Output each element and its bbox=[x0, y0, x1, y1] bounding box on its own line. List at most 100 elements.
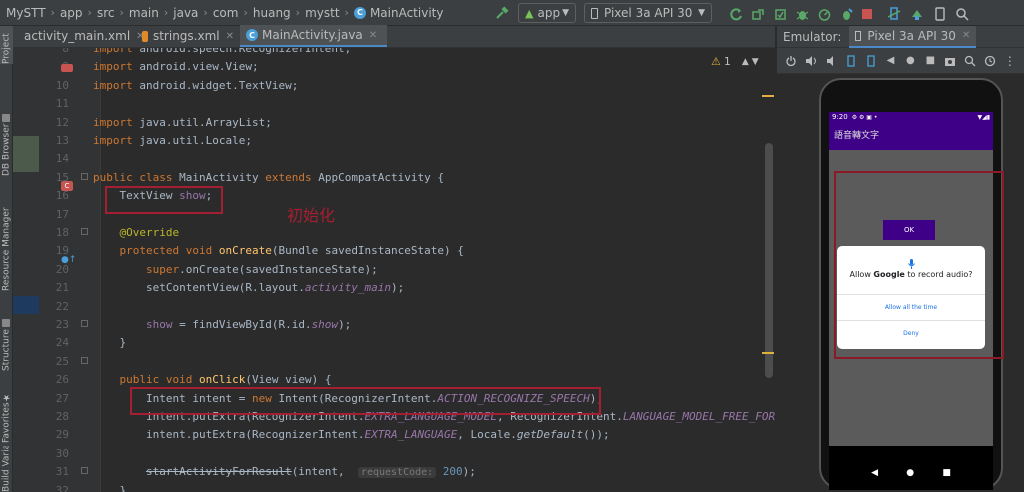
code-line: import android.speech.RecognizerIntent; bbox=[93, 48, 352, 55]
breadcrumb-separator: › bbox=[203, 6, 208, 19]
line-number: 23 bbox=[55, 318, 69, 331]
tab-emulator-device[interactable]: Pixel 3a API 30 ✕ bbox=[849, 25, 977, 48]
back-icon[interactable]: ◀ bbox=[871, 468, 878, 478]
sdk-manager-icon[interactable] bbox=[910, 4, 924, 24]
fold-icon[interactable] bbox=[81, 467, 88, 475]
chevron-down-icon[interactable]: ▼ bbox=[752, 57, 759, 67]
favorites-tool-button[interactable]: Favorites ★ bbox=[0, 371, 13, 443]
home-icon[interactable]: ● bbox=[904, 55, 916, 67]
apply-changes-icon[interactable] bbox=[752, 4, 765, 24]
line-number: 10 bbox=[55, 78, 69, 92]
close-icon[interactable]: ✕ bbox=[962, 30, 970, 41]
breadcrumb-project[interactable]: MySTT bbox=[6, 6, 46, 20]
vertical-scrollbar[interactable] bbox=[765, 143, 773, 378]
navigation-bar: MySTT › app › src › main › java › com › … bbox=[0, 0, 1024, 26]
breadcrumb-mystt[interactable]: mystt bbox=[305, 6, 339, 20]
build-variants-tool-button[interactable]: Build Variants bbox=[0, 446, 13, 492]
emulator-label: Emulator: bbox=[783, 29, 842, 44]
breadcrumb-separator: › bbox=[243, 6, 248, 19]
override-icon[interactable]: ●↑ bbox=[61, 247, 76, 266]
code-line: show = findViewById(R.id.show); bbox=[145, 318, 352, 331]
highlight-box-textview bbox=[105, 186, 223, 214]
breadcrumb-separator: › bbox=[50, 6, 55, 19]
stop-icon[interactable] bbox=[862, 4, 872, 24]
code-line: import android.widget.TextView; bbox=[93, 78, 299, 92]
line-number: 11 bbox=[55, 97, 69, 111]
home-icon[interactable]: ● bbox=[906, 468, 914, 478]
breadcrumb-class[interactable]: C MainActivity bbox=[353, 6, 443, 20]
chevron-up-icon[interactable]: ▲ bbox=[742, 57, 749, 67]
android-class-icon[interactable]: C bbox=[61, 173, 73, 192]
highlight-box-intent bbox=[130, 387, 601, 415]
settings-icon: ⚙ ⚙ ▣ • bbox=[851, 113, 878, 121]
back-icon[interactable]: ◀ bbox=[884, 55, 896, 67]
overview-icon[interactable]: ■ bbox=[924, 55, 936, 67]
more-icon[interactable]: ⋮ bbox=[1004, 54, 1016, 68]
line-number: 26 bbox=[55, 373, 69, 387]
inspection-widget[interactable]: ⚠ 1 ▲ ▼ bbox=[711, 55, 759, 68]
project-tool-button[interactable]: Project bbox=[0, 26, 13, 64]
overview-icon[interactable]: ■ bbox=[942, 468, 951, 478]
avd-manager-icon[interactable] bbox=[887, 4, 901, 24]
line-number: 24 bbox=[55, 336, 69, 350]
code-line: super.onCreate(savedInstanceState); bbox=[145, 262, 378, 276]
structure-tool-button[interactable]: Structure bbox=[0, 296, 13, 371]
action-toolbar bbox=[730, 4, 969, 24]
tab-activity-main-xml[interactable]: activity_main.xml ✕ bbox=[13, 25, 145, 47]
rotate-right-icon[interactable] bbox=[865, 54, 877, 67]
fold-icon[interactable] bbox=[81, 356, 88, 364]
breadcrumb-src[interactable]: src bbox=[97, 6, 115, 20]
rerun-icon[interactable] bbox=[730, 4, 743, 24]
code-line: import java.util.ArrayList; bbox=[93, 115, 272, 129]
android-class-icon bbox=[61, 57, 73, 76]
apply-code-changes-icon[interactable] bbox=[774, 4, 787, 24]
debug-icon[interactable] bbox=[796, 4, 809, 24]
device-file-explorer-icon[interactable] bbox=[933, 4, 947, 24]
attach-debugger-icon[interactable] bbox=[840, 4, 853, 24]
code-line: import java.util.Locale; bbox=[93, 134, 252, 147]
phone-navigation-bar: ◀ ● ■ bbox=[829, 456, 993, 490]
run-toolbar: ▲ app ▼ Pixel 3a API 30 ▼ bbox=[494, 3, 712, 23]
tab-strings-xml[interactable]: strings.xml ✕ bbox=[136, 25, 240, 47]
line-number: 17 bbox=[55, 207, 69, 221]
device-select[interactable]: Pixel 3a API 30 ▼ bbox=[584, 3, 712, 23]
fold-icon[interactable] bbox=[81, 320, 88, 327]
resource-manager-tool-button[interactable]: Resource Manager bbox=[0, 181, 13, 291]
hammer-icon[interactable] bbox=[494, 3, 510, 23]
fold-icon[interactable] bbox=[81, 172, 88, 180]
emulator-panel: Emulator: Pixel 3a API 30 ✕ ◀ ● ■ ⋮ 9:20… bbox=[776, 25, 1024, 492]
run-config-select[interactable]: ▲ app ▼ bbox=[518, 3, 576, 23]
line-number: 21 bbox=[55, 281, 69, 295]
breadcrumb-main[interactable]: main bbox=[129, 6, 159, 20]
db-browser-tool-button[interactable]: DB Browser bbox=[0, 96, 13, 176]
gutter-highlight bbox=[13, 136, 39, 172]
code-line: public class MainActivity extends AppCom… bbox=[93, 170, 445, 184]
breadcrumb-com[interactable]: com bbox=[213, 6, 239, 20]
camera-icon[interactable] bbox=[944, 55, 956, 67]
breadcrumb-huang[interactable]: huang bbox=[253, 6, 291, 20]
tab-mainactivity-java[interactable]: C MainActivity.java ✕ bbox=[240, 25, 387, 47]
close-icon[interactable]: ✕ bbox=[226, 31, 234, 42]
fold-icon[interactable] bbox=[81, 228, 88, 235]
code-editor[interactable]: 8910111213141516171819202122232425262728… bbox=[13, 48, 775, 492]
warning-marker[interactable] bbox=[762, 352, 774, 354]
volume-up-icon[interactable] bbox=[805, 55, 817, 67]
emulator-toolbar: ◀ ● ■ ⋮ bbox=[777, 48, 1024, 74]
breadcrumb-module[interactable]: app bbox=[60, 6, 83, 20]
line-number-gutter: 8910111213141516171819202122232425262728… bbox=[39, 48, 101, 492]
power-icon[interactable] bbox=[785, 55, 797, 67]
profile-icon[interactable] bbox=[818, 4, 831, 24]
highlight-box-dialog bbox=[834, 171, 1004, 359]
breadcrumb-java[interactable]: java bbox=[173, 6, 198, 20]
line-number: 30 bbox=[55, 446, 69, 460]
breadcrumb-separator: › bbox=[163, 6, 169, 19]
zoom-icon[interactable] bbox=[964, 55, 976, 67]
rotate-left-icon[interactable] bbox=[845, 54, 857, 67]
close-icon[interactable]: ✕ bbox=[369, 30, 377, 41]
chevron-down-icon: ▼ bbox=[562, 8, 569, 18]
volume-down-icon[interactable] bbox=[825, 55, 837, 67]
chevron-down-icon: ▼ bbox=[698, 8, 705, 18]
warning-marker[interactable] bbox=[762, 95, 774, 97]
search-icon[interactable] bbox=[956, 4, 969, 24]
snapshot-icon[interactable] bbox=[984, 55, 996, 67]
